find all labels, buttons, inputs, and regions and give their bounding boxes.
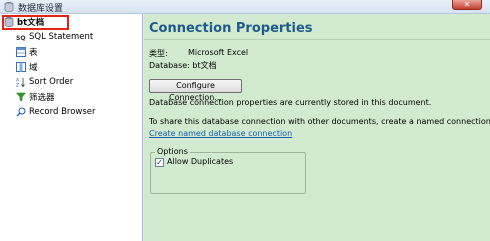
type-value: Microsoft Excel <box>188 48 249 57</box>
sidebar-item-label: SQL Statement <box>29 31 94 42</box>
sort-icon: A Z <box>16 77 25 87</box>
sidebar-item-record-browser[interactable]: Record Browser <box>0 104 142 119</box>
sidebar-item-filter[interactable]: 筛选器 <box>0 89 142 104</box>
search-icon <box>16 107 26 116</box>
svg-text:Z: Z <box>16 82 19 87</box>
type-label: 类型: <box>149 49 168 58</box>
table-icon <box>16 46 26 57</box>
sidebar-item-label: Sort Order <box>29 76 74 87</box>
window-title: 数据库设置 <box>18 4 64 14</box>
field-icon <box>16 61 26 72</box>
sidebar-item-table[interactable]: 表 <box>0 44 142 59</box>
filter-icon <box>16 92 26 101</box>
sidebar-item-label: 表 <box>29 47 38 58</box>
sidebar-item-label: Record Browser <box>29 106 96 117</box>
share-info-text: To share this database connection with o… <box>149 117 490 126</box>
database-icon <box>4 2 14 12</box>
selection-highlight <box>2 15 69 30</box>
close-button[interactable]: ✕ <box>452 0 482 10</box>
svg-text:SQL: SQL <box>16 35 26 42</box>
allow-duplicates-checkbox[interactable]: ✓ <box>155 158 164 167</box>
sidebar-item-label: 域 <box>29 62 38 73</box>
sql-icon: SQL <box>16 35 26 42</box>
options-group: Options ✓ Allow Duplicates <box>150 147 306 194</box>
page-title: Connection Properties <box>149 21 313 36</box>
configure-connection-button[interactable]: Configure Connection... <box>149 79 242 102</box>
sidebar-item-label: 筛选器 <box>29 92 55 103</box>
options-legend: Options <box>155 147 190 156</box>
divider <box>144 39 490 40</box>
title-bar: 数据库设置 ✕ <box>0 0 490 14</box>
sidebar: bt文档 SQL SQL Statement 表 域 A Z Sort Orde… <box>0 14 143 241</box>
sidebar-item-sql-statement[interactable]: SQL SQL Statement <box>0 29 142 44</box>
database-name: Database: bt文档 <box>149 61 217 70</box>
sidebar-item-field[interactable]: 域 <box>0 59 142 74</box>
create-named-connection-link[interactable]: Create named database connection <box>149 129 292 138</box>
allow-duplicates-label[interactable]: Allow Duplicates <box>167 157 233 166</box>
stored-info-text: Database connection properties are curre… <box>149 98 432 107</box>
sidebar-item-sort-order[interactable]: A Z Sort Order <box>0 74 142 89</box>
main-panel: Connection Properties 类型: Microsoft Exce… <box>144 14 490 241</box>
